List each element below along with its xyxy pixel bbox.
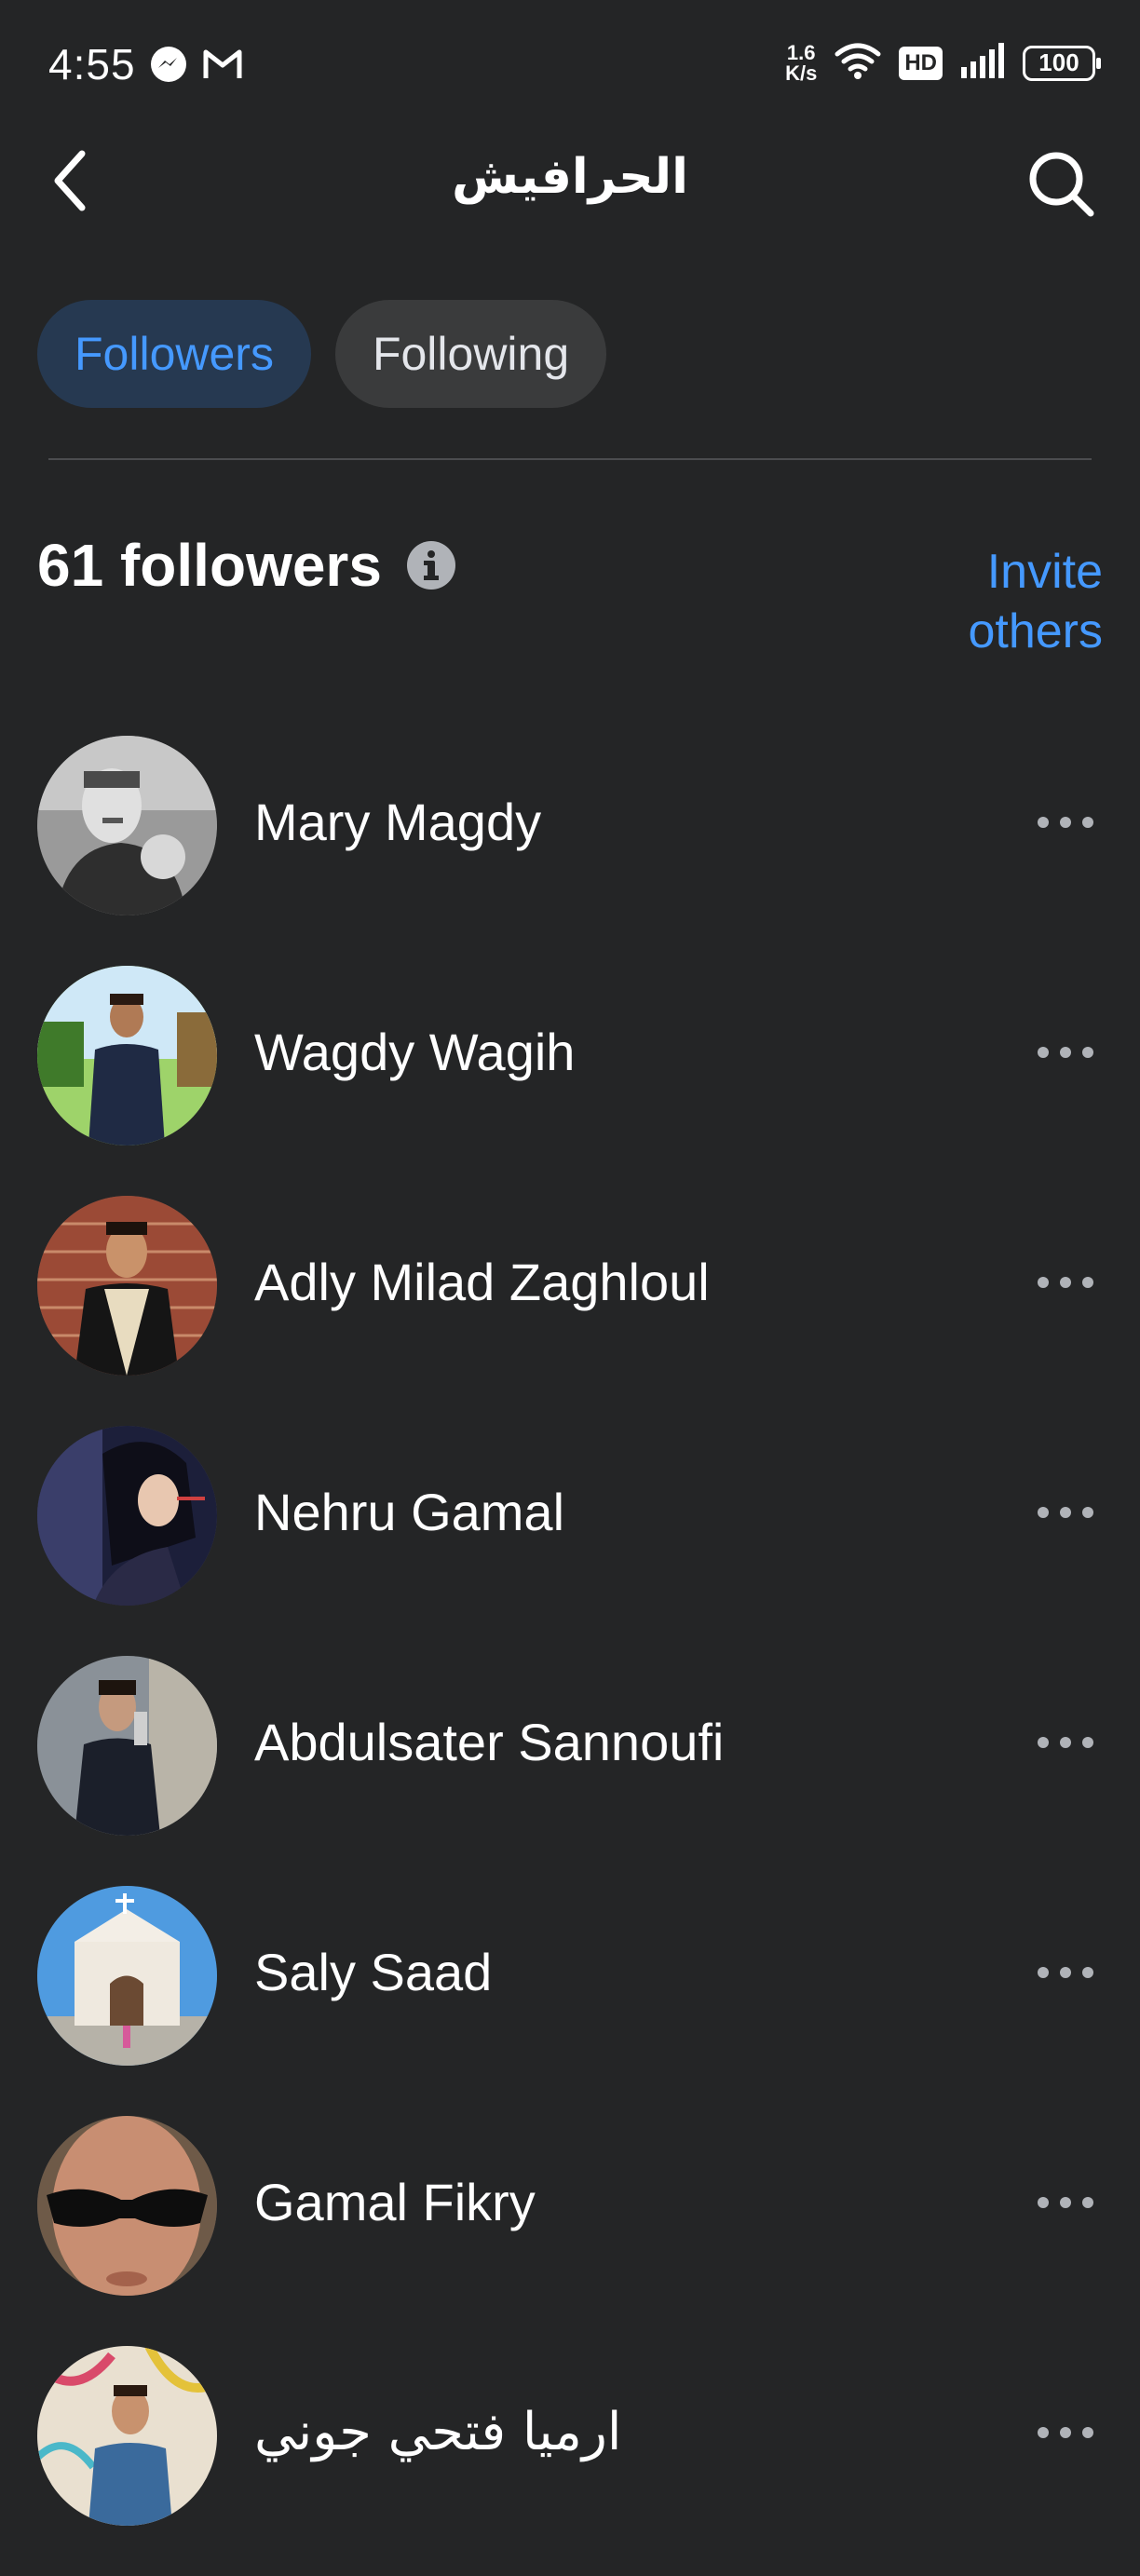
battery-indicator: 100 xyxy=(1023,45,1101,81)
status-time: 4:55 xyxy=(48,40,136,88)
follower-name[interactable]: Adly Milad Zaghloul xyxy=(254,1252,710,1312)
invite-line-2: others xyxy=(968,604,1103,658)
follower-name[interactable]: Saly Saad xyxy=(254,1942,492,2002)
more-options-button[interactable] xyxy=(1028,1942,1103,2007)
invite-line-1: Invite xyxy=(986,545,1103,599)
more-horizontal-icon xyxy=(1036,815,1095,834)
more-options-button[interactable] xyxy=(1028,792,1103,857)
net-speed: 1.6 K/s xyxy=(785,40,818,85)
net-speed-unit: K/s xyxy=(785,61,818,85)
follower-list: Mary Magdy Wagdy Wagih Adly Milad Zaghlo… xyxy=(0,736,1140,2576)
more-horizontal-icon xyxy=(1036,1965,1095,1985)
follower-name[interactable]: Wagdy Wagih xyxy=(254,1022,575,1082)
more-options-button[interactable] xyxy=(1028,1482,1103,1547)
tab-bar: Followers Following xyxy=(37,300,607,408)
status-bar: 4:55 1.6 K/s HD 100 xyxy=(0,0,1140,140)
more-options-button[interactable] xyxy=(1028,1252,1103,1317)
avatar xyxy=(37,736,217,915)
gmail-icon xyxy=(201,45,244,88)
list-item[interactable]: Saly Saad xyxy=(0,1886,1140,2116)
list-item[interactable]: Abdulsater Sannoufi xyxy=(0,1656,1140,1886)
top-app-bar: الحرافيش xyxy=(0,140,1140,224)
net-speed-value: 1.6 xyxy=(786,40,816,64)
follower-name[interactable]: Gamal Fikry xyxy=(254,2172,536,2232)
avatar xyxy=(37,2116,217,2296)
notification-icons xyxy=(149,45,244,88)
more-horizontal-icon xyxy=(1036,1275,1095,1295)
avatar xyxy=(37,2346,217,2526)
more-horizontal-icon xyxy=(1036,2195,1095,2215)
info-icon[interactable] xyxy=(406,540,456,590)
tab-followers[interactable]: Followers xyxy=(37,300,311,408)
wifi-icon xyxy=(834,41,882,85)
page-title: الحرافيش xyxy=(452,149,688,205)
list-item[interactable]: Wagdy Wagih xyxy=(0,966,1140,1196)
followers-summary: 61 followers xyxy=(37,531,456,600)
signal-icon xyxy=(959,41,1006,85)
more-options-button[interactable] xyxy=(1028,2172,1103,2237)
more-horizontal-icon xyxy=(1036,1505,1095,1525)
follower-name[interactable]: Nehru Gamal xyxy=(254,1482,564,1542)
tab-following[interactable]: Following xyxy=(334,300,607,408)
more-options-button[interactable] xyxy=(1028,1712,1103,1777)
more-horizontal-icon xyxy=(1036,1735,1095,1755)
divider xyxy=(48,458,1092,460)
more-options-button[interactable] xyxy=(1028,2402,1103,2467)
follower-name[interactable]: Abdulsater Sannoufi xyxy=(254,1712,724,1772)
invite-others-link[interactable]: Invite others xyxy=(916,542,1103,661)
search-button[interactable] xyxy=(1019,143,1103,227)
more-horizontal-icon xyxy=(1036,2425,1095,2445)
more-options-button[interactable] xyxy=(1028,1022,1103,1087)
avatar xyxy=(37,1886,217,2066)
messenger-icon xyxy=(149,45,188,88)
more-horizontal-icon xyxy=(1036,1045,1095,1064)
search-icon xyxy=(1025,148,1096,224)
avatar xyxy=(37,966,217,1146)
followers-count: 61 followers xyxy=(37,532,382,599)
follower-name[interactable]: ارميا فتحي جوني xyxy=(254,2402,621,2462)
list-item[interactable]: ارميا فتحي جوني xyxy=(0,2346,1140,2576)
hd-badge: HD xyxy=(899,46,943,80)
list-item[interactable]: Mary Magdy xyxy=(0,736,1140,966)
follower-name[interactable]: Mary Magdy xyxy=(254,792,541,852)
list-item[interactable]: Adly Milad Zaghloul xyxy=(0,1196,1140,1426)
list-item[interactable]: Nehru Gamal xyxy=(0,1426,1140,1656)
avatar xyxy=(37,1426,217,1606)
status-indicators: 1.6 K/s HD 100 xyxy=(785,40,1101,85)
avatar xyxy=(37,1656,217,1836)
avatar xyxy=(37,1196,217,1376)
list-item[interactable]: Gamal Fikry xyxy=(0,2116,1140,2346)
